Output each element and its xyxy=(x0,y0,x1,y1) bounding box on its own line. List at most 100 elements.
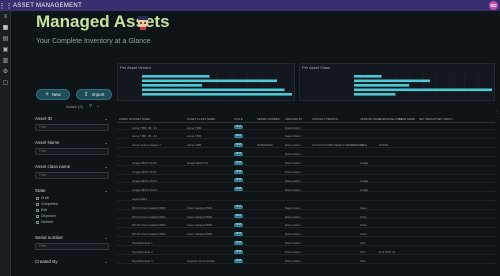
chart-bar[interactable] xyxy=(142,75,210,78)
title-bar: ⋮⋮ ASSET MANAGEMENT SD xyxy=(0,0,500,11)
table-row[interactable]: Jungle DE70 OS 04 Draft Dana Imbert Jungle xyxy=(117,186,495,193)
table-cell: Jungle DE70 OS 02 xyxy=(132,170,157,174)
table-cell: Cisco Catalyst 9500 xyxy=(187,232,212,237)
column-header[interactable]: CREATED BY xyxy=(285,117,303,121)
state-option-edit[interactable]: Edit xyxy=(36,208,47,212)
filter-icon[interactable]: ⚲ xyxy=(89,103,92,109)
table-settings-icon[interactable]: ⋮ xyxy=(495,109,500,114)
table-row[interactable]: Acme control magnet 7 Acme 7180 Draft 76400… xyxy=(117,142,495,148)
class-chart: Per Asset Class xyxy=(299,63,495,101)
column-header[interactable]: CONTACT PERSON xyxy=(312,117,338,121)
checkbox[interactable] xyxy=(36,214,39,218)
table-cell: Dana Imbert xyxy=(285,125,301,130)
chevron-down-icon[interactable]: ⌄ xyxy=(104,188,108,194)
checkbox[interactable] xyxy=(36,196,39,200)
new-button[interactable]: + New xyxy=(36,89,70,100)
document-icon[interactable]: ▢ xyxy=(0,77,11,88)
chart-bar[interactable] xyxy=(354,84,410,87)
table-cell: Dana Imbert xyxy=(285,143,301,148)
chart-bar[interactable] xyxy=(354,75,382,78)
table-cell: Dana Imbert xyxy=(285,161,301,166)
filter-label-created-by: Created By xyxy=(35,259,58,264)
state-option-disposed[interactable]: Disposed xyxy=(36,214,56,218)
table-row[interactable]: RX 05 Cisco Catalyst 9500 Cisco Catalyst … xyxy=(117,222,495,228)
chart-bar[interactable] xyxy=(354,79,430,83)
chevron-down-icon[interactable]: ⌄ xyxy=(104,116,108,122)
column-header[interactable]: STATE xyxy=(234,117,243,121)
user-avatar[interactable]: SD xyxy=(489,1,498,10)
table-cell: Dana Imbert xyxy=(285,187,301,192)
column-header[interactable]: NET WEIGHT xyxy=(419,117,437,121)
chart-bar[interactable] xyxy=(142,79,277,83)
table-row[interactable]: Jungle DE70 OS 02 Draft Dana Imbert xyxy=(117,169,495,175)
table-cell: Dana Imbert xyxy=(285,250,301,255)
column-header[interactable]: ASSET ID xyxy=(119,117,132,121)
table-cell: TAG xyxy=(360,250,366,255)
table-row[interactable]: Tag Multimeter 3 Imperial Communicate Draf… xyxy=(117,258,495,264)
asset-class-filter[interactable]: Filter xyxy=(35,172,109,179)
column-header[interactable]: BASE MAKE xyxy=(399,117,415,121)
table-cell: Dana Imbert xyxy=(285,170,301,174)
menu-icon[interactable]: ≡ xyxy=(0,11,11,22)
table-row[interactable]: Acme 7180 - BI - 01 Acme 7180 Draft Dana Im… xyxy=(117,124,495,130)
import-button-label: Import xyxy=(91,92,105,97)
filter-toolbar: Active (2) ⚲ ⌄ xyxy=(33,102,111,110)
table-row[interactable]: Acme 7180 - BI - 02 Acme 7180 Draft Dana Im… xyxy=(117,133,495,139)
filter-label-serial: Serial number xyxy=(35,235,64,240)
chart-bar[interactable] xyxy=(354,88,492,92)
app-grid-icon[interactable]: ⋮⋮ xyxy=(0,0,13,11)
chart-bar[interactable] xyxy=(142,84,202,87)
column-header[interactable]: SERIAL NUMBER xyxy=(257,117,280,121)
table-cell: 7640000023 xyxy=(257,143,273,148)
state-option-deleted[interactable]: Deleted xyxy=(36,220,53,224)
chart-bar[interactable] xyxy=(142,93,292,96)
column-header[interactable]: NET WIDTH xyxy=(437,117,453,121)
chevron-down-icon[interactable]: ⌄ xyxy=(104,235,108,241)
column-header[interactable]: ASSET NAME xyxy=(132,117,150,121)
table-cell: Jungle DE70 OS xyxy=(187,161,208,166)
table-row[interactable]: RX 03 Cisco Catalyst 9500 Cisco Catalyst … xyxy=(117,204,495,211)
chevron-down-icon[interactable]: ⌄ xyxy=(104,140,108,146)
checkbox[interactable] xyxy=(36,208,39,212)
table-cell: RX 05 Cisco Catalyst 9500 xyxy=(132,223,166,228)
table-cell: Cisco Catalyst 9500 xyxy=(187,223,212,228)
table-row[interactable]: RX 06 Cisco Catalyst 9500 Cisco Catalyst … xyxy=(117,231,495,237)
table-cell: Dana Imbert xyxy=(285,134,301,139)
chevron-down-icon[interactable]: ⌄ xyxy=(104,164,108,170)
table-cell: Jungle DE70 OS 04 xyxy=(132,187,157,192)
column-header[interactable]: VENDOR NAME xyxy=(360,117,381,121)
settings-icon[interactable]: ⚙ xyxy=(0,66,11,77)
table-row[interactable]: Tag Multimeter 1 Draft Dana Imbert TAG xyxy=(117,240,495,246)
state-option-completed[interactable]: Completed xyxy=(36,202,58,206)
table-cell: Dana Imbert xyxy=(285,232,301,237)
report-icon[interactable]: ▥ xyxy=(0,55,11,66)
table-cell: Cisco Catalyst 9500 xyxy=(187,205,212,210)
state-option-draft[interactable]: Draft xyxy=(36,196,49,200)
serial-number-filter[interactable]: Filter xyxy=(35,243,109,250)
chart-bar[interactable] xyxy=(142,88,285,92)
table-row[interactable]: Laptop DE 1 xyxy=(117,195,495,202)
table-row[interactable]: Tag Multimeter 2 Draft Dana Imbert TAG 9-11 … xyxy=(117,249,495,255)
chevron-down-icon[interactable]: ⌄ xyxy=(104,259,108,265)
import-button[interactable]: ⇪ Import xyxy=(76,89,112,100)
asset-name-filter[interactable]: Filter xyxy=(35,148,109,155)
vendor-icon[interactable]: ▣ xyxy=(0,44,11,55)
table-cell: Acme 7180 xyxy=(187,125,202,130)
checkbox[interactable] xyxy=(36,202,39,206)
dashboard-icon[interactable]: ▦ xyxy=(0,22,11,33)
table-cell: Dana Imbert xyxy=(285,178,301,183)
chart-bar[interactable] xyxy=(354,93,396,96)
column-header[interactable]: ASSET CLASS NAME xyxy=(187,117,215,121)
table-row[interactable]: RX 04 Cisco Catalyst 9500 Cisco Catalyst … xyxy=(117,213,495,219)
table-row[interactable]: Jungle DE70 OS 03 Draft Dana Imbert Jungle xyxy=(117,177,495,184)
status-badge: Draft xyxy=(234,222,243,227)
checkbox[interactable] xyxy=(36,220,39,224)
asset-id-filter[interactable]: Filter xyxy=(35,124,109,131)
table-row[interactable]: Draft Dana Imbert xyxy=(117,151,495,157)
chevron-down-icon[interactable]: ⌄ xyxy=(96,103,100,109)
assets-icon[interactable]: ▤ xyxy=(0,33,11,44)
class-chart-title: Per Asset Class xyxy=(302,65,331,70)
status-badge: Draft xyxy=(234,231,243,236)
left-nav: ≡ ▦ ▤ ▣ ▥ ⚙ ▢ xyxy=(0,11,11,276)
table-row[interactable]: Jungle DE70 OS 01 Jungle DE70 OS Draft Dana… xyxy=(117,160,495,166)
